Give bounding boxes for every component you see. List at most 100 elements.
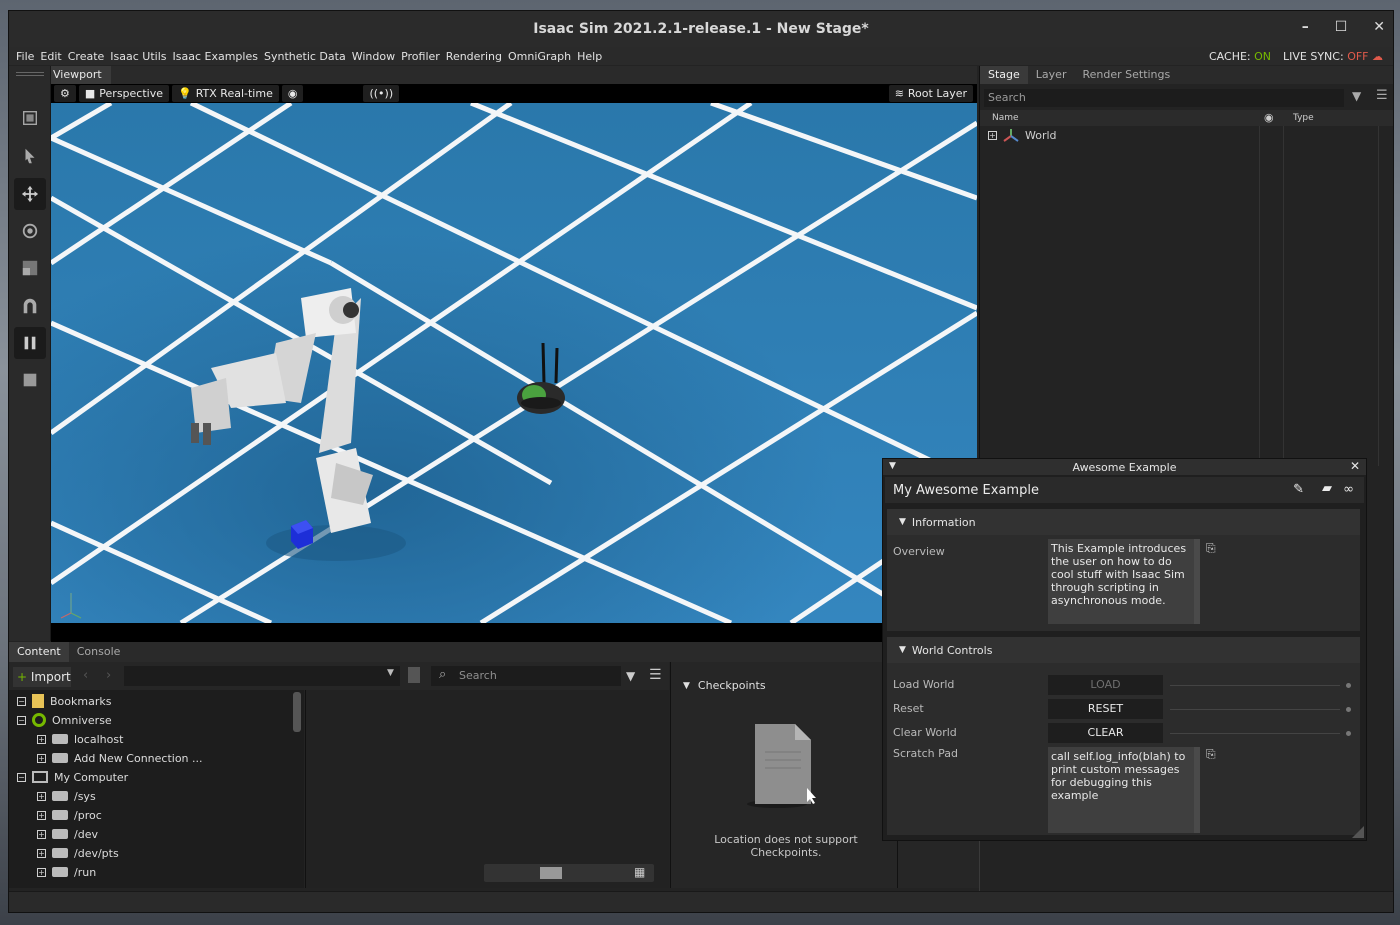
filter-icon[interactable]: ▼: [626, 669, 635, 683]
collapse-icon[interactable]: −: [17, 696, 26, 706]
menu-create[interactable]: Create: [65, 50, 108, 63]
tree-item-my-computer[interactable]: − My Computer: [17, 768, 128, 786]
tree-item-bookmarks[interactable]: − Bookmarks: [17, 692, 111, 710]
tree-item-run[interactable]: + /run: [37, 863, 96, 881]
tree-item-dev-pts[interactable]: + /dev/pts: [37, 844, 119, 862]
tree-item-omniverse[interactable]: − Omniverse: [17, 711, 112, 729]
grid-view-icon[interactable]: ▦: [634, 865, 645, 879]
expand-icon[interactable]: +: [37, 829, 46, 839]
forward-arrow-icon[interactable]: ›: [106, 668, 111, 683]
menu-icon[interactable]: ☰: [1376, 88, 1388, 103]
add-server-icon: [52, 753, 68, 763]
world-controls-header[interactable]: ▼ World Controls: [887, 637, 1360, 663]
filter-icon[interactable]: ▼: [1352, 89, 1361, 103]
camera-button[interactable]: ■ Perspective: [78, 85, 169, 102]
tab-stage[interactable]: Stage: [980, 66, 1028, 84]
content-search-input[interactable]: Search: [431, 666, 621, 686]
menu-window[interactable]: Window: [349, 50, 398, 63]
visibility-button[interactable]: ◉: [281, 85, 304, 102]
menu-isaac-examples[interactable]: Isaac Examples: [170, 50, 261, 63]
root-layer-button[interactable]: ≋ Root Layer: [888, 85, 973, 102]
expand-icon[interactable]: +: [37, 848, 46, 858]
expand-icon[interactable]: +: [37, 791, 46, 801]
move-tool-button[interactable]: [14, 178, 46, 210]
viewport-settings-button[interactable]: ⚙: [54, 85, 76, 102]
bookmark-icon[interactable]: [408, 667, 420, 683]
renderer-button[interactable]: 💡 RTX Real-time: [172, 85, 279, 102]
menu-omnigraph[interactable]: OmniGraph: [505, 50, 574, 63]
visibility-column-eye-icon[interactable]: ◉: [1264, 111, 1274, 124]
reset-button[interactable]: RESET: [1048, 699, 1163, 719]
load-button[interactable]: LOAD: [1048, 675, 1163, 695]
zoom-slider[interactable]: ▦: [484, 864, 654, 882]
live-sync-status[interactable]: LIVE SYNC: OFF ☁: [1283, 50, 1383, 63]
collapse-triangle-icon[interactable]: ▼: [889, 461, 896, 471]
link-icon[interactable]: ∞: [1343, 482, 1354, 497]
overview-text[interactable]: This Example introduces the user on how …: [1048, 539, 1200, 624]
select-tool-button[interactable]: [14, 140, 46, 172]
collapse-icon[interactable]: −: [17, 772, 26, 782]
broadcast-icon: ((•)): [369, 87, 394, 100]
resize-grip-icon[interactable]: [1352, 826, 1364, 838]
tree-item-sys[interactable]: + /sys: [37, 787, 96, 805]
stage-search-input[interactable]: Search: [984, 89, 1344, 107]
stop-button[interactable]: [14, 364, 46, 396]
tree-item-localhost[interactable]: + localhost: [37, 730, 123, 748]
expand-icon[interactable]: +: [37, 753, 46, 763]
clear-button[interactable]: CLEAR: [1048, 723, 1163, 743]
load-status-dot: [1346, 683, 1351, 688]
copy-icon[interactable]: ⎘: [1206, 747, 1216, 762]
expand-icon[interactable]: +: [988, 130, 997, 140]
menu-file[interactable]: File: [13, 50, 37, 63]
information-header[interactable]: ▼ Information: [887, 509, 1360, 535]
viewport[interactable]: ⚙ ■ Perspective 💡 RTX Real-time ◉ ((•)) ≋ R…: [51, 84, 977, 642]
expand-icon[interactable]: +: [37, 810, 46, 820]
clear-status-dot: [1346, 731, 1351, 736]
import-button[interactable]: + Import: [13, 667, 71, 687]
tab-render-settings[interactable]: Render Settings: [1074, 66, 1178, 84]
copy-icon[interactable]: ⎘: [1206, 541, 1216, 556]
folder-open-icon[interactable]: ▰: [1322, 481, 1332, 496]
snap-button[interactable]: [14, 290, 46, 322]
awesome-title-bar[interactable]: ▼ Awesome Example ✕: [883, 459, 1366, 475]
menu-isaac-utils[interactable]: Isaac Utils: [107, 50, 169, 63]
column-type[interactable]: Type: [1293, 113, 1314, 123]
broadcast-button[interactable]: ((•)): [363, 85, 400, 102]
options-menu-icon[interactable]: ☰: [649, 667, 662, 683]
tab-viewport[interactable]: Viewport: [51, 66, 111, 84]
menu-profiler[interactable]: Profiler: [398, 50, 443, 63]
column-name[interactable]: Name: [992, 113, 1019, 123]
pause-button[interactable]: [14, 327, 46, 359]
checkpoints-message: Location does not support Checkpoints.: [714, 833, 858, 859]
menu-rendering[interactable]: Rendering: [443, 50, 505, 63]
tree-scrollbar[interactable]: [293, 692, 301, 732]
scale-tool-button[interactable]: [14, 252, 46, 284]
menu-edit[interactable]: Edit: [37, 50, 64, 63]
menu-help[interactable]: Help: [574, 50, 605, 63]
close-button[interactable]: ✕: [1373, 19, 1385, 35]
edit-icon[interactable]: ✎: [1293, 482, 1304, 497]
checkpoints-header[interactable]: ▼ Checkpoints: [683, 679, 766, 692]
stage-column-header: Name ◉ Type: [980, 110, 1393, 126]
tree-item-dev[interactable]: + /dev: [37, 825, 98, 843]
path-input[interactable]: [124, 666, 400, 686]
maximize-button[interactable]: ☐: [1335, 19, 1348, 35]
minimize-button[interactable]: –: [1302, 19, 1309, 35]
expand-icon[interactable]: +: [37, 734, 46, 744]
tree-item-add-connection[interactable]: + Add New Connection ...: [37, 749, 203, 767]
menu-synthetic-data[interactable]: Synthetic Data: [261, 50, 349, 63]
rotate-tool-button[interactable]: [14, 215, 46, 247]
close-icon[interactable]: ✕: [1350, 459, 1360, 473]
scratch-pad-text[interactable]: call self.log_info(blah) to print custom…: [1048, 747, 1200, 833]
collapse-icon[interactable]: −: [17, 715, 26, 725]
tab-content[interactable]: Content: [9, 642, 69, 662]
select-mode-button[interactable]: [14, 102, 46, 134]
tab-layer[interactable]: Layer: [1028, 66, 1075, 84]
stage-tree-item-world[interactable]: + World: [980, 126, 1393, 144]
tab-console[interactable]: Console: [69, 642, 129, 662]
back-arrow-icon[interactable]: ‹: [83, 668, 88, 683]
tree-item-proc[interactable]: + /proc: [37, 806, 102, 824]
path-dropdown-chevron-icon[interactable]: ▼: [387, 668, 394, 678]
zoom-slider-handle[interactable]: [540, 867, 562, 879]
expand-icon[interactable]: +: [37, 867, 46, 877]
